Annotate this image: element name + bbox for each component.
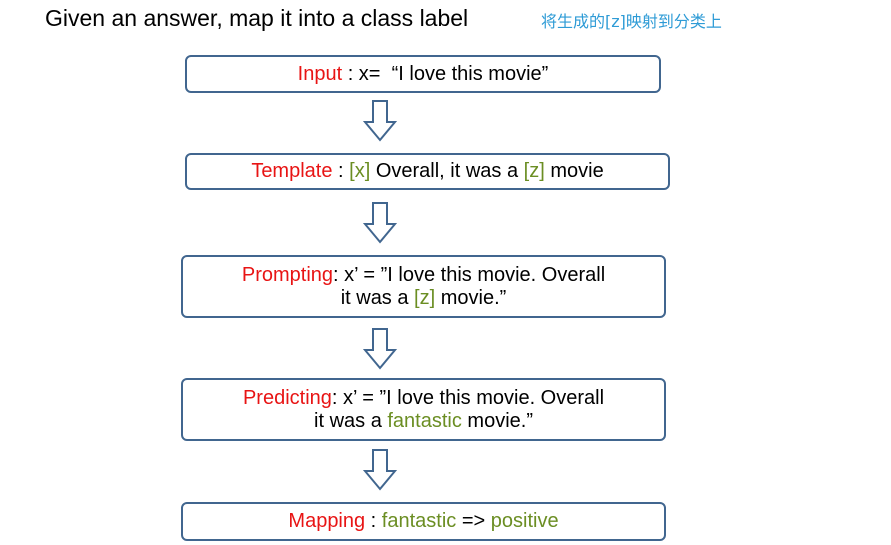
predicting-line2-pre: it was a (314, 409, 388, 432)
chinese-annotation: 将生成的[z]映射到分类上 (541, 12, 722, 31)
input-sep: : x= (342, 62, 392, 85)
predicting-answer: fantastic (387, 409, 462, 432)
input-text: “I love this movie” (391, 62, 549, 85)
mapping-sep: : (365, 510, 382, 532)
template-z-slot: [z] (523, 160, 545, 182)
down-arrow-icon (363, 100, 397, 142)
template-x-slot: [x] (349, 160, 371, 182)
input-box: Input : x= “I love this movie” (185, 55, 661, 93)
prompting-box: Prompting: x’ = ”I love this movie. Over… (181, 255, 666, 318)
template-end: movie (544, 160, 604, 182)
predicting-line1: : x’ = ”I love this movie. Overall (331, 386, 605, 409)
prompting-label: Prompting (241, 263, 334, 286)
prompting-line2-pre: it was a (340, 286, 415, 309)
down-arrow-icon (363, 449, 397, 491)
mapping-label: Mapping (288, 510, 366, 532)
template-mid: Overall, it was a (370, 160, 524, 182)
prompting-line2-post: movie.” (435, 286, 507, 309)
mapping-arrow: => (456, 510, 491, 532)
diagram-title: Given an answer, map it into a class lab… (45, 5, 469, 31)
mapping-class-label: positive (490, 510, 559, 532)
template-label: Template (251, 160, 333, 182)
mapping-answer: fantastic (381, 510, 457, 532)
down-arrow-icon (363, 328, 397, 370)
mapping-box: Mapping : fantastic => positive (181, 502, 666, 541)
input-label: Input (297, 62, 343, 85)
prompting-z-slot: [z] (414, 286, 436, 309)
template-box: Template : [x] Overall, it was a [z] mov… (185, 153, 670, 190)
prompting-line1: : x’ = ”I love this movie. Overall (333, 263, 606, 286)
down-arrow-icon (363, 202, 397, 244)
template-sep: : (332, 160, 350, 182)
predicting-box: Predicting: x’ = ”I love this movie. Ove… (181, 378, 666, 441)
predicting-label: Predicting (242, 386, 332, 409)
predicting-line2-post: movie.” (461, 409, 533, 432)
